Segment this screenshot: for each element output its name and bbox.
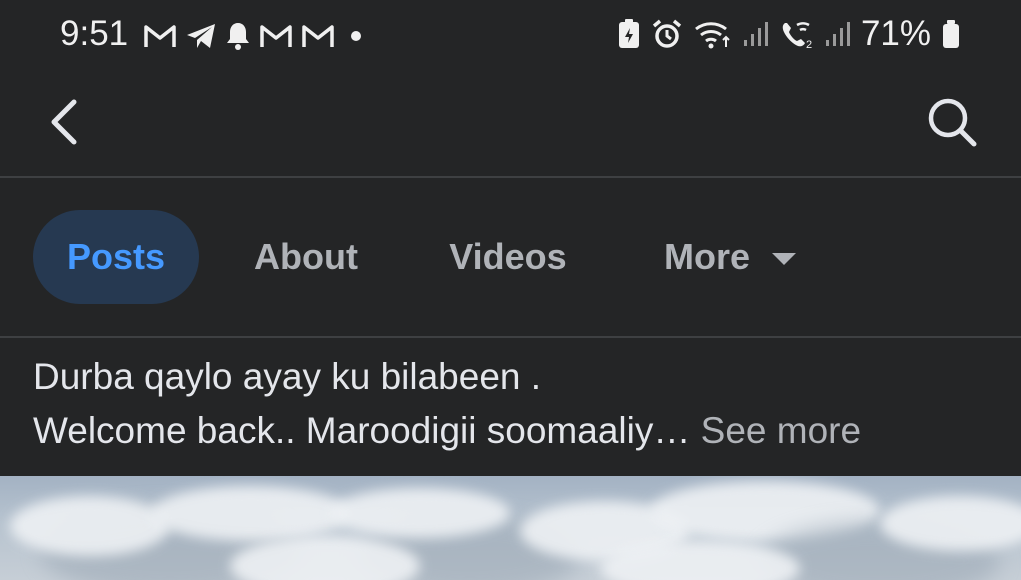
search-button[interactable] bbox=[924, 94, 980, 150]
tab-posts-label: Posts bbox=[66, 236, 166, 277]
dot-icon bbox=[351, 31, 361, 41]
tab-more[interactable]: More bbox=[640, 210, 820, 304]
battery-icon bbox=[943, 20, 959, 48]
svg-text:2: 2 bbox=[806, 39, 812, 49]
system-icons: 2 71% bbox=[617, 14, 961, 54]
top-app-bar bbox=[0, 72, 1021, 176]
caret-down-icon bbox=[772, 253, 796, 265]
tab-videos[interactable]: Videos bbox=[426, 210, 590, 304]
status-bar: 9:51 2 71% bbox=[0, 0, 1021, 72]
tabs-divider bbox=[0, 336, 1021, 338]
bell-icon bbox=[227, 23, 249, 50]
back-button[interactable] bbox=[40, 94, 90, 150]
see-more-link[interactable]: See more bbox=[701, 410, 861, 451]
chevron-left-icon bbox=[51, 99, 77, 145]
tab-about-label: About bbox=[254, 236, 358, 277]
post-caption-line2: Welcome back.. Maroodigii soomaaliy… bbox=[33, 410, 691, 451]
status-time: 9:51 bbox=[60, 14, 129, 53]
alarm-icon bbox=[652, 19, 682, 48]
signal-icon bbox=[743, 22, 768, 46]
battery-percentage: 71% bbox=[860, 14, 931, 53]
signal-icon bbox=[825, 22, 850, 46]
search-icon bbox=[928, 98, 977, 147]
gmail-icon bbox=[260, 25, 292, 47]
post-image[interactable] bbox=[0, 476, 1021, 580]
gmail-icon bbox=[302, 25, 334, 47]
profile-tabs: Posts About Videos More bbox=[0, 178, 1021, 336]
tab-about[interactable]: About bbox=[230, 210, 382, 304]
gmail-icon bbox=[144, 25, 176, 47]
wifi-icon bbox=[695, 22, 730, 49]
tab-videos-label: Videos bbox=[449, 236, 567, 277]
tab-posts[interactable]: Posts bbox=[33, 210, 199, 304]
telegram-icon bbox=[187, 24, 215, 48]
battery-saver-icon bbox=[618, 19, 639, 48]
notification-icons bbox=[143, 18, 369, 54]
tab-more-label: More bbox=[663, 236, 750, 277]
post-caption: Durba qaylo ayay ku bilabeen . Welcome b… bbox=[33, 350, 993, 458]
post-caption-line1: Durba qaylo ayay ku bilabeen . bbox=[33, 356, 542, 397]
post-caption-line2-row: Welcome back.. Maroodigii soomaaliy… See… bbox=[33, 404, 993, 458]
wifi-call-icon: 2 bbox=[782, 22, 812, 49]
